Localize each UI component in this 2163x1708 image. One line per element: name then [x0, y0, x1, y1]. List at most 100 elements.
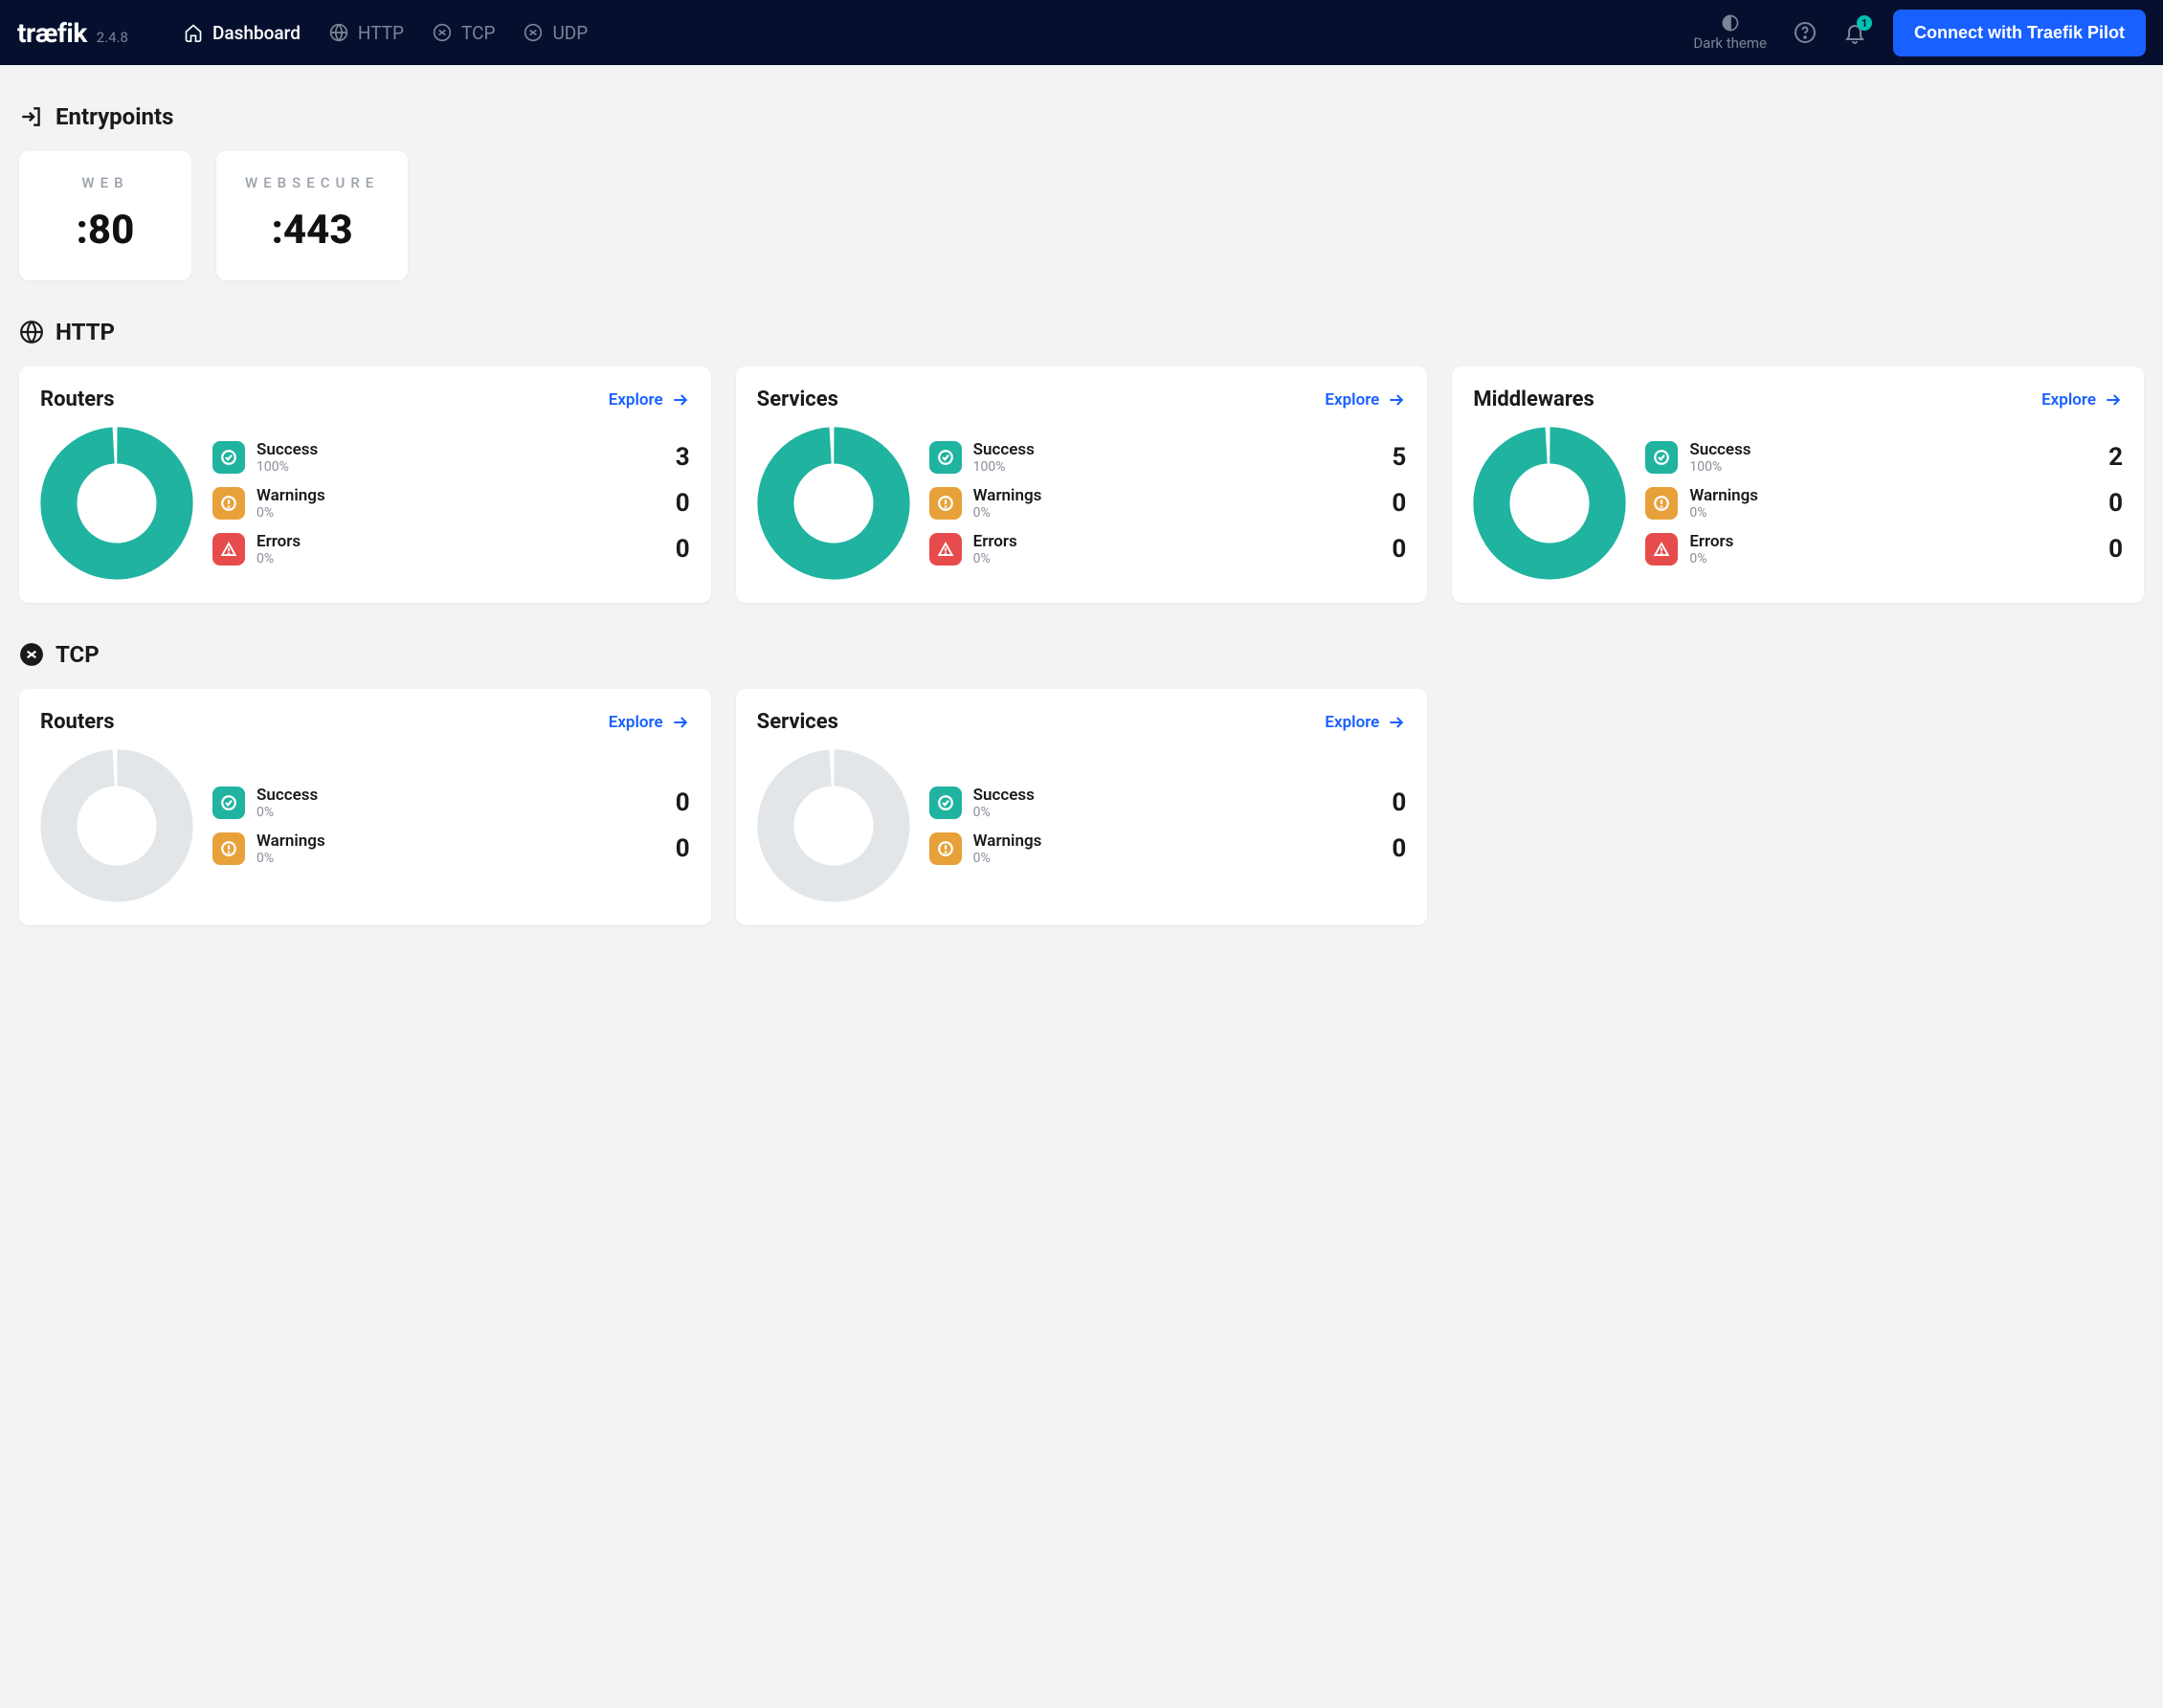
legend: Success0% 0 Warnings0% 0	[929, 786, 1407, 866]
explore-label: Explore	[2041, 390, 2096, 410]
legend-pct: 0%	[1689, 551, 2088, 566]
legend: Success100% 3 Warnings0% 0 Errors0% 0	[212, 440, 690, 566]
nav-links: Dashboard HTTP TCP UDP	[184, 22, 588, 44]
check-circle-icon	[1645, 441, 1678, 474]
contrast-icon	[1721, 13, 1740, 33]
legend-count: 0	[1383, 834, 1406, 863]
legend-count: 0	[667, 489, 690, 518]
page-body: Entrypoints WEB :80 WEBSECURE :443 HTTP …	[0, 65, 2163, 925]
legend-errors: Errors0% 0	[1645, 532, 2123, 566]
legend-count: 0	[1383, 489, 1406, 518]
help-icon	[1794, 21, 1817, 44]
legend-pct: 0%	[1689, 505, 2088, 521]
arrow-right-icon	[671, 390, 690, 410]
legend-count: 0	[667, 788, 690, 817]
tcp-routers-card: Routers Explore Success0% 0	[19, 689, 711, 925]
legend-pct: 0%	[256, 805, 656, 820]
explore-label: Explore	[609, 390, 663, 410]
legend-label: Warnings	[1689, 486, 2088, 505]
legend-label: Warnings	[256, 832, 656, 851]
section-tcp-label: TCP	[56, 641, 100, 668]
help-button[interactable]	[1794, 21, 1817, 44]
notifications-button[interactable]: 1	[1843, 21, 1866, 44]
legend-count: 0	[667, 535, 690, 564]
arrow-right-icon	[2104, 390, 2123, 410]
legend-count: 3	[667, 443, 690, 472]
legend-count: 0	[1383, 788, 1406, 817]
legend-warnings: Warnings0% 0	[1645, 486, 2123, 521]
legend-warnings: Warnings0% 0	[929, 486, 1407, 521]
legend-pct: 0%	[973, 551, 1372, 566]
alert-triangle-icon	[929, 533, 962, 566]
legend-pct: 0%	[256, 851, 656, 866]
http-middlewares-card: Middlewares Explore Success100% 2	[1452, 366, 2144, 603]
legend-label: Success	[256, 440, 656, 459]
nav-tcp-label: TCP	[461, 22, 495, 44]
legend-count: 0	[667, 834, 690, 863]
legend-label: Errors	[256, 532, 656, 551]
alert-circle-icon	[212, 487, 245, 520]
entrypoint-name: WEB	[48, 174, 163, 191]
section-tcp-title: TCP	[19, 641, 2144, 668]
card-title: Routers	[40, 388, 115, 411]
legend-success: Success0% 0	[929, 786, 1407, 820]
circle-arrows-icon	[433, 23, 452, 42]
explore-link[interactable]: Explore	[609, 390, 690, 410]
nav-tcp[interactable]: TCP	[433, 22, 495, 44]
alert-circle-icon	[929, 832, 962, 865]
legend-pct: 0%	[973, 505, 1372, 521]
nav-http[interactable]: HTTP	[329, 22, 404, 44]
legend-label: Warnings	[973, 486, 1372, 505]
tcp-services-card: Services Explore Success0% 0	[736, 689, 1428, 925]
nav-http-label: HTTP	[358, 22, 404, 44]
connect-pilot-button[interactable]: Connect with Traefik Pilot	[1893, 10, 2146, 56]
entrypoint-card-websecure[interactable]: WEBSECURE :443	[216, 151, 408, 280]
http-cards-row: Routers Explore Success100% 3	[19, 366, 2144, 603]
legend-count: 0	[2100, 489, 2123, 518]
explore-link[interactable]: Explore	[609, 713, 690, 732]
theme-toggle[interactable]: Dark theme	[1693, 13, 1767, 52]
nav-udp[interactable]: UDP	[524, 22, 588, 44]
explore-label: Explore	[1325, 713, 1379, 732]
globe-icon	[329, 23, 348, 42]
entrypoint-port: :80	[48, 207, 163, 254]
circle-arrows-icon	[19, 642, 44, 667]
globe-icon	[19, 320, 44, 344]
entrypoints-row: WEB :80 WEBSECURE :443	[19, 151, 2144, 280]
nav-dashboard[interactable]: Dashboard	[184, 22, 301, 44]
http-routers-card: Routers Explore Success100% 3	[19, 366, 711, 603]
arrow-right-icon	[671, 713, 690, 732]
section-entrypoints-title: Entrypoints	[19, 103, 2144, 130]
legend-label: Errors	[973, 532, 1372, 551]
alert-triangle-icon	[1645, 533, 1678, 566]
legend-errors: Errors0% 0	[929, 532, 1407, 566]
section-http-title: HTTP	[19, 319, 2144, 345]
legend-success: Success0% 0	[212, 786, 690, 820]
card-title: Middlewares	[1473, 388, 1594, 411]
donut-chart	[757, 427, 910, 580]
legend-success: Success100% 2	[1645, 440, 2123, 475]
legend-warnings: Warnings0% 0	[929, 832, 1407, 866]
circle-arrows-icon	[524, 23, 543, 42]
theme-toggle-label: Dark theme	[1693, 34, 1767, 52]
donut-chart	[40, 427, 193, 580]
explore-link[interactable]: Explore	[2041, 390, 2123, 410]
legend-label: Success	[256, 786, 656, 805]
entrypoint-card-web[interactable]: WEB :80	[19, 151, 191, 280]
brand: træfik 2.4.8	[17, 17, 128, 49]
legend-pct: 100%	[1689, 459, 2088, 475]
explore-link[interactable]: Explore	[1325, 390, 1406, 410]
http-services-card: Services Explore Success100% 5	[736, 366, 1428, 603]
check-circle-icon	[212, 441, 245, 474]
legend-count: 0	[1383, 535, 1406, 564]
legend-count: 0	[2100, 535, 2123, 564]
section-http-label: HTTP	[56, 319, 115, 345]
check-circle-icon	[929, 441, 962, 474]
legend-pct: 0%	[973, 805, 1372, 820]
legend-success: Success100% 3	[212, 440, 690, 475]
notification-badge: 1	[1857, 15, 1872, 31]
legend-pct: 100%	[973, 459, 1372, 475]
card-title: Services	[757, 710, 838, 734]
explore-link[interactable]: Explore	[1325, 713, 1406, 732]
home-icon	[184, 23, 203, 42]
